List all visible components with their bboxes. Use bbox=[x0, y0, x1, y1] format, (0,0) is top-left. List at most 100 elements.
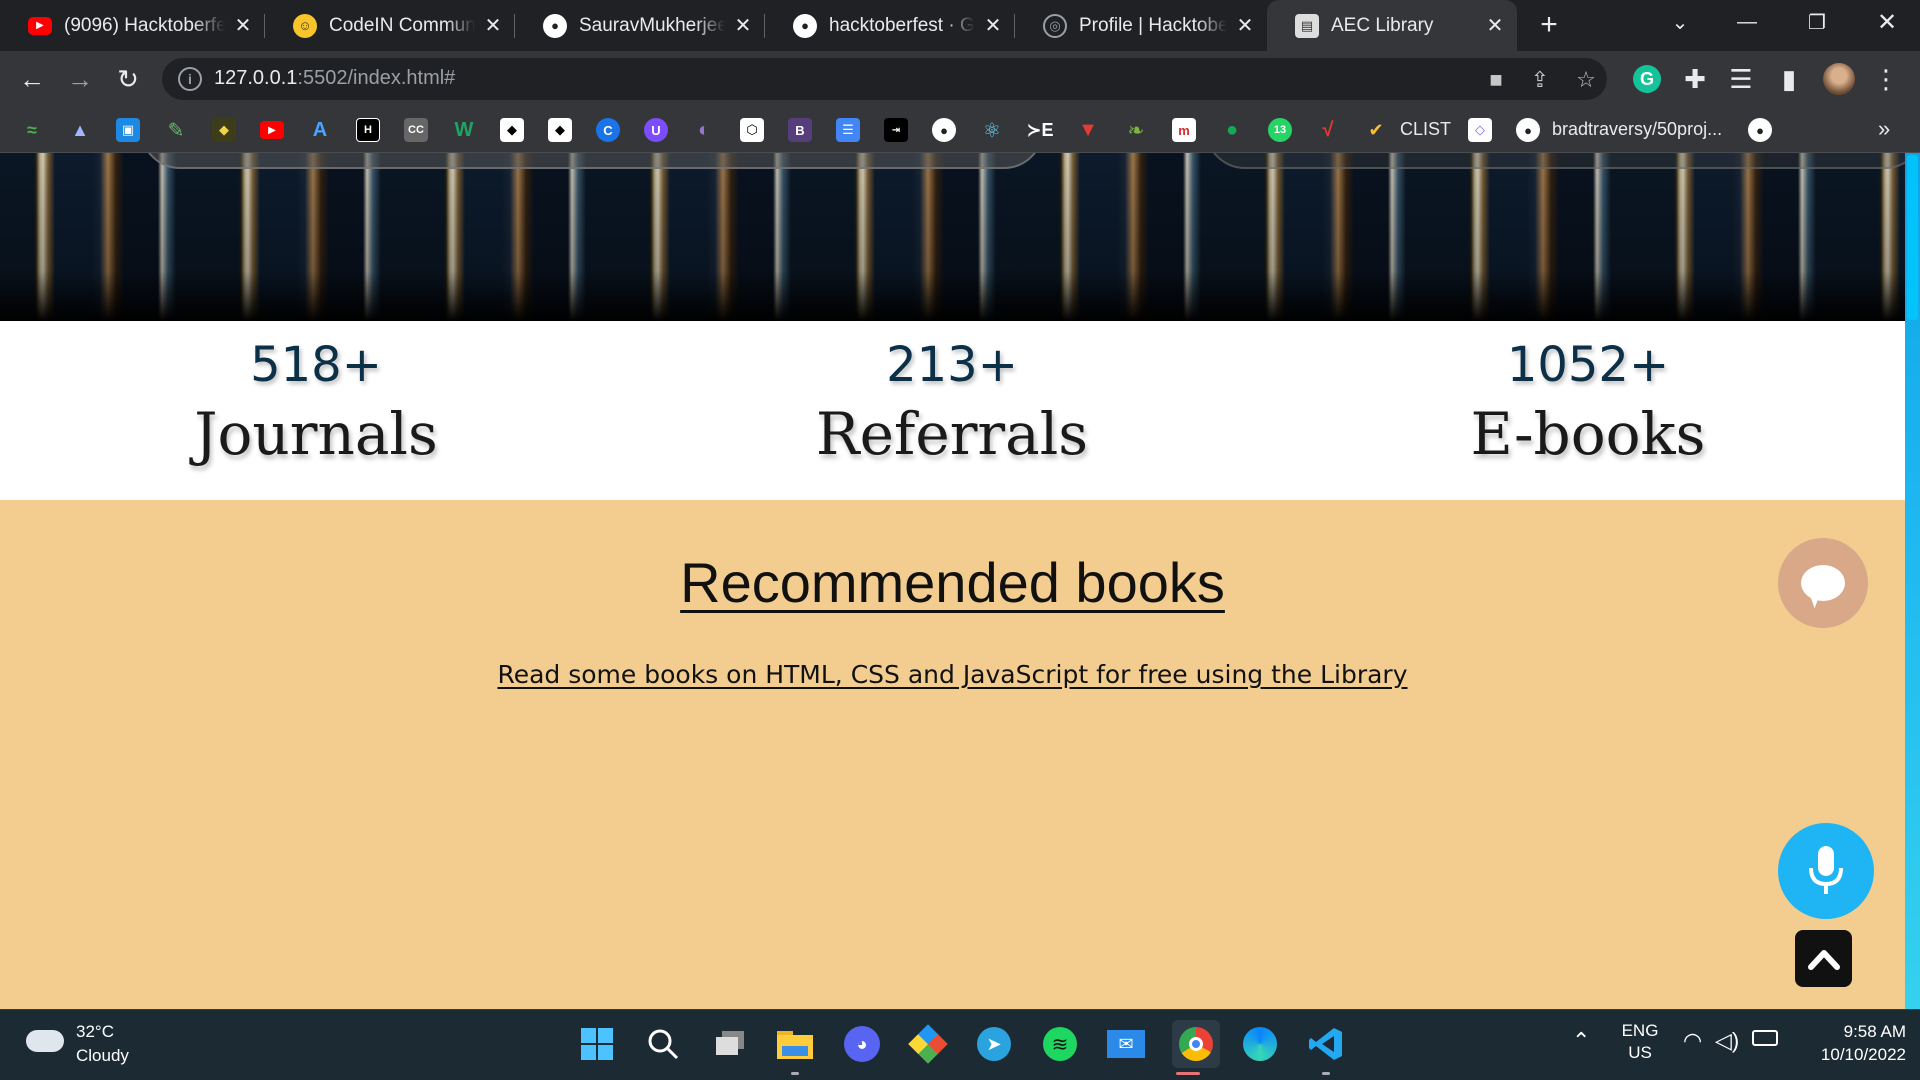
bookmark-icon[interactable]: ❧ bbox=[1124, 118, 1148, 142]
reload-icon[interactable]: ↻ bbox=[110, 61, 146, 97]
bookmark-icon[interactable]: ≻E bbox=[1026, 118, 1053, 142]
scrollbar-thumb[interactable] bbox=[1907, 155, 1918, 320]
vscode-icon[interactable] bbox=[1306, 1024, 1346, 1064]
stat-number: 518+ bbox=[250, 337, 382, 393]
bookmark-icon[interactable]: ▣ bbox=[116, 118, 140, 142]
spotify-icon[interactable]: ≋ bbox=[1040, 1024, 1080, 1064]
language-indicator[interactable]: ENG US bbox=[1612, 1020, 1668, 1064]
side-panel-icon[interactable]: ▮ bbox=[1771, 61, 1807, 97]
search-icon[interactable] bbox=[643, 1024, 683, 1064]
bookmark-icon[interactable]: ▼ bbox=[1076, 118, 1100, 142]
recommended-link[interactable]: Read some books on HTML, CSS and JavaScr… bbox=[0, 660, 1905, 689]
bookmark-icon[interactable]: m bbox=[1172, 118, 1196, 142]
chrome-icon[interactable] bbox=[1172, 1020, 1220, 1068]
chevron-up-icon bbox=[1807, 949, 1840, 970]
react-icon[interactable]: ⚛ bbox=[980, 118, 1004, 142]
restore-icon[interactable]: ❐ bbox=[1787, 0, 1847, 44]
mail-icon[interactable]: ✉ bbox=[1106, 1024, 1146, 1064]
bookmark-star-icon[interactable]: ☆ bbox=[1572, 67, 1600, 92]
share-icon[interactable]: ⇪ bbox=[1526, 67, 1554, 92]
new-tab-button[interactable]: + bbox=[1519, 3, 1579, 47]
youtube-icon[interactable]: ▶ bbox=[260, 121, 284, 139]
bookmark-icon[interactable]: ⬡ bbox=[740, 118, 764, 142]
site-info-icon[interactable]: i bbox=[178, 67, 202, 91]
close-tab-icon[interactable]: ✕ bbox=[1485, 13, 1505, 38]
bookmark-icon[interactable]: ◆ bbox=[212, 118, 236, 142]
close-tab-icon[interactable]: ✕ bbox=[983, 13, 1003, 38]
minimize-icon[interactable]: — bbox=[1717, 0, 1777, 44]
bookmark-icon[interactable]: ≈ bbox=[20, 118, 44, 142]
tab-github-hacktoberfest[interactable]: ● hacktoberfest · GitHub ✕ bbox=[765, 0, 1015, 51]
reading-list-icon[interactable]: ☰ bbox=[1723, 61, 1759, 97]
camera-blocked-icon[interactable]: ■ bbox=[1482, 67, 1510, 92]
bookmark-icon[interactable]: ◆ bbox=[548, 118, 572, 142]
bookmark-icon[interactable]: W bbox=[452, 118, 476, 142]
bookmark-icon[interactable]: ▲ bbox=[68, 118, 92, 142]
bookmark-icon[interactable]: CC bbox=[404, 118, 428, 142]
clist-icon[interactable]: ✔ bbox=[1364, 118, 1388, 142]
weather-widget[interactable]: 32°C Cloudy bbox=[26, 1022, 166, 1070]
close-tab-icon[interactable]: ✕ bbox=[733, 13, 753, 38]
bookmark-icon[interactable]: B bbox=[788, 118, 812, 142]
chrome-menu-icon[interactable]: ⋮ bbox=[1868, 61, 1904, 97]
close-tab-icon[interactable]: ✕ bbox=[1235, 13, 1255, 38]
scroll-to-top-button[interactable] bbox=[1795, 930, 1852, 987]
bookmark-icon[interactable]: ✎ bbox=[164, 118, 188, 142]
bookmark-icon[interactable]: ☰ bbox=[836, 118, 860, 142]
tab-hacktoberfest-profile[interactable]: ◎ Profile | Hacktoberfest ✕ bbox=[1015, 0, 1267, 51]
clickup-icon[interactable]: ◇ bbox=[1468, 118, 1492, 142]
bookmark-icon[interactable]: ◐ bbox=[692, 118, 716, 142]
github-icon[interactable]: ● bbox=[932, 118, 956, 142]
tab-codein[interactable]: ☺ CodeIN Community ✕ bbox=[265, 0, 515, 51]
battery-icon[interactable] bbox=[1752, 1030, 1778, 1046]
github-icon[interactable]: ● bbox=[1516, 118, 1540, 142]
bookmark-bradtraversy-label[interactable]: bradtraversy/50proj... bbox=[1552, 119, 1722, 140]
close-tab-icon[interactable]: ✕ bbox=[483, 13, 503, 38]
voice-search-button[interactable] bbox=[1778, 823, 1874, 919]
start-icon[interactable] bbox=[577, 1024, 617, 1064]
tab-aec-library[interactable]: ▤ AEC Library ✕ bbox=[1267, 0, 1517, 51]
show-hidden-icons[interactable]: ⌃ bbox=[1572, 1028, 1590, 1054]
chat-bubble-icon bbox=[1801, 565, 1845, 601]
page-scrollbar[interactable] bbox=[1905, 153, 1920, 1009]
back-icon[interactable]: ← bbox=[14, 61, 50, 97]
clock[interactable]: 9:58 AM 10/10/2022 bbox=[1796, 1020, 1906, 1066]
bookmark-icon[interactable]: √ bbox=[1316, 118, 1340, 142]
profile-avatar[interactable] bbox=[1821, 61, 1857, 97]
discord-icon[interactable]: ◕ bbox=[842, 1024, 882, 1064]
bookmark-clist-label[interactable]: CLIST bbox=[1400, 119, 1451, 140]
mongodb-icon[interactable]: ● bbox=[1220, 118, 1244, 142]
forward-icon[interactable]: → bbox=[62, 61, 98, 97]
bookmarks-overflow-icon[interactable]: » bbox=[1878, 116, 1890, 142]
close-tab-icon[interactable]: ✕ bbox=[233, 13, 253, 38]
tab-search-icon[interactable]: ⌄ bbox=[1650, 0, 1710, 44]
task-view-icon[interactable] bbox=[710, 1024, 750, 1064]
bookmark-icon[interactable]: U bbox=[644, 118, 668, 142]
extensions-puzzle-icon[interactable]: ✚ bbox=[1677, 61, 1713, 97]
tab-github-profile[interactable]: ● SauravMukherjee44 ✕ bbox=[515, 0, 765, 51]
edge-icon[interactable] bbox=[1240, 1024, 1280, 1064]
wifi-icon[interactable]: ◠ bbox=[1683, 1028, 1702, 1054]
github-icon[interactable]: ● bbox=[1748, 118, 1772, 142]
recommended-section: Recommended books Read some books on HTM… bbox=[0, 500, 1905, 1009]
volume-icon[interactable]: ◁) bbox=[1715, 1028, 1739, 1054]
file-explorer-icon[interactable] bbox=[775, 1024, 815, 1064]
bookmark-icon[interactable]: ⇥ bbox=[884, 118, 908, 142]
tab-youtube[interactable]: ▶ (9096) Hacktoberfest ✕ bbox=[0, 0, 265, 51]
telegram-icon[interactable]: ➤ bbox=[974, 1024, 1014, 1064]
taskbar-indicator bbox=[1322, 1072, 1330, 1075]
bookmark-icon[interactable]: 13 bbox=[1268, 118, 1292, 142]
close-window-icon[interactable]: ✕ bbox=[1857, 0, 1917, 44]
grammarly-icon[interactable]: G bbox=[1629, 61, 1665, 97]
bookmark-icon[interactable]: ◆ bbox=[500, 118, 524, 142]
git-icon[interactable] bbox=[908, 1024, 948, 1064]
bookmark-icon[interactable]: H bbox=[356, 118, 380, 142]
taskbar-indicator bbox=[791, 1072, 799, 1075]
recommended-title[interactable]: Recommended books bbox=[0, 550, 1905, 615]
chat-button[interactable] bbox=[1778, 538, 1868, 628]
bookmark-icon[interactable]: A bbox=[308, 118, 332, 142]
bookmark-icon[interactable]: C bbox=[596, 118, 620, 142]
stat-number: 213+ bbox=[886, 337, 1018, 393]
clock-date: 10/10/2022 bbox=[1820, 1045, 1906, 1064]
address-bar[interactable]: i 127.0.0.1:5502/index.html# ■ ⇪ ☆ bbox=[162, 58, 1607, 100]
